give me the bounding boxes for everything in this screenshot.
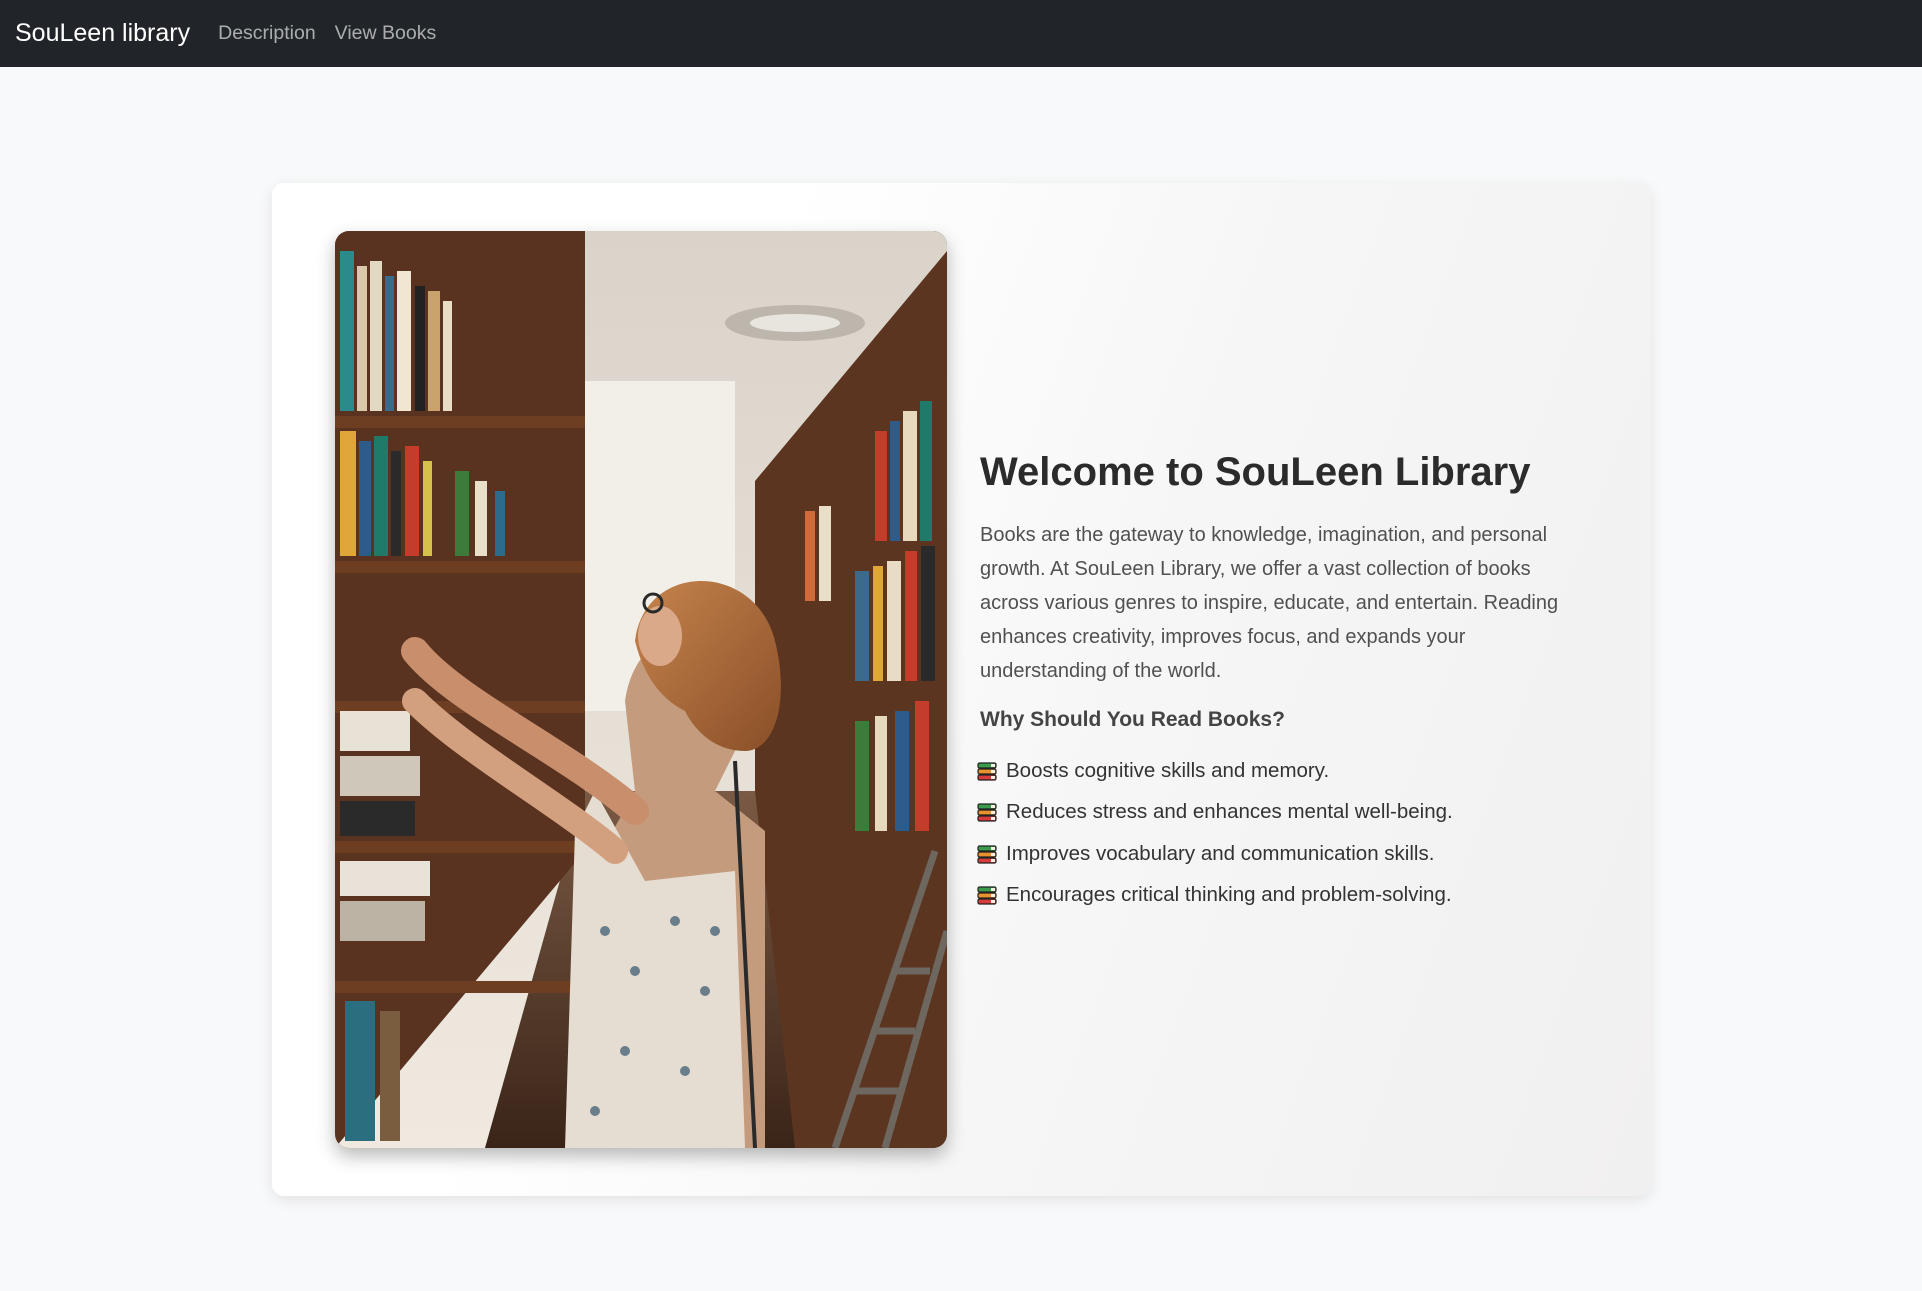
benefit-item: Encourages critical thinking and problem… [976, 875, 1606, 917]
books-icon [977, 762, 997, 781]
books-icon [977, 845, 997, 864]
library-description: Books are the gateway to knowledge, imag… [980, 524, 1559, 682]
library-photo-illustration [335, 231, 947, 1148]
benefit-text: Reduces stress and enhances mental well-… [1006, 800, 1453, 824]
benefit-text: Improves vocabulary and communication sk… [1006, 841, 1435, 865]
nav-link-description[interactable]: Description [218, 22, 316, 45]
page-title: Welcome to SouLeen Library [980, 450, 1531, 494]
brand-link[interactable]: SouLeen library [15, 19, 190, 48]
welcome-content: Welcome to SouLeen Library Books are the… [976, 448, 1606, 916]
books-icon [977, 886, 997, 905]
nav-link-view-books[interactable]: View Books [335, 22, 437, 45]
benefit-text: Encourages critical thinking and problem… [1006, 883, 1452, 907]
benefit-item: Boosts cognitive skills and memory. [976, 750, 1606, 792]
benefits-list: Boosts cognitive skills and memory. Redu… [976, 750, 1606, 916]
benefit-item: Reduces stress and enhances mental well-… [976, 792, 1606, 834]
benefit-item: Improves vocabulary and communication sk… [976, 833, 1606, 875]
welcome-card: Welcome to SouLeen Library Books are the… [272, 183, 1651, 1196]
why-read-heading: Why Should You Read Books? [980, 708, 1285, 731]
books-icon [977, 803, 997, 822]
benefit-text: Boosts cognitive skills and memory. [1006, 758, 1330, 782]
top-navbar: SouLeen library Description View Books [0, 0, 1922, 67]
library-photo [335, 231, 947, 1148]
